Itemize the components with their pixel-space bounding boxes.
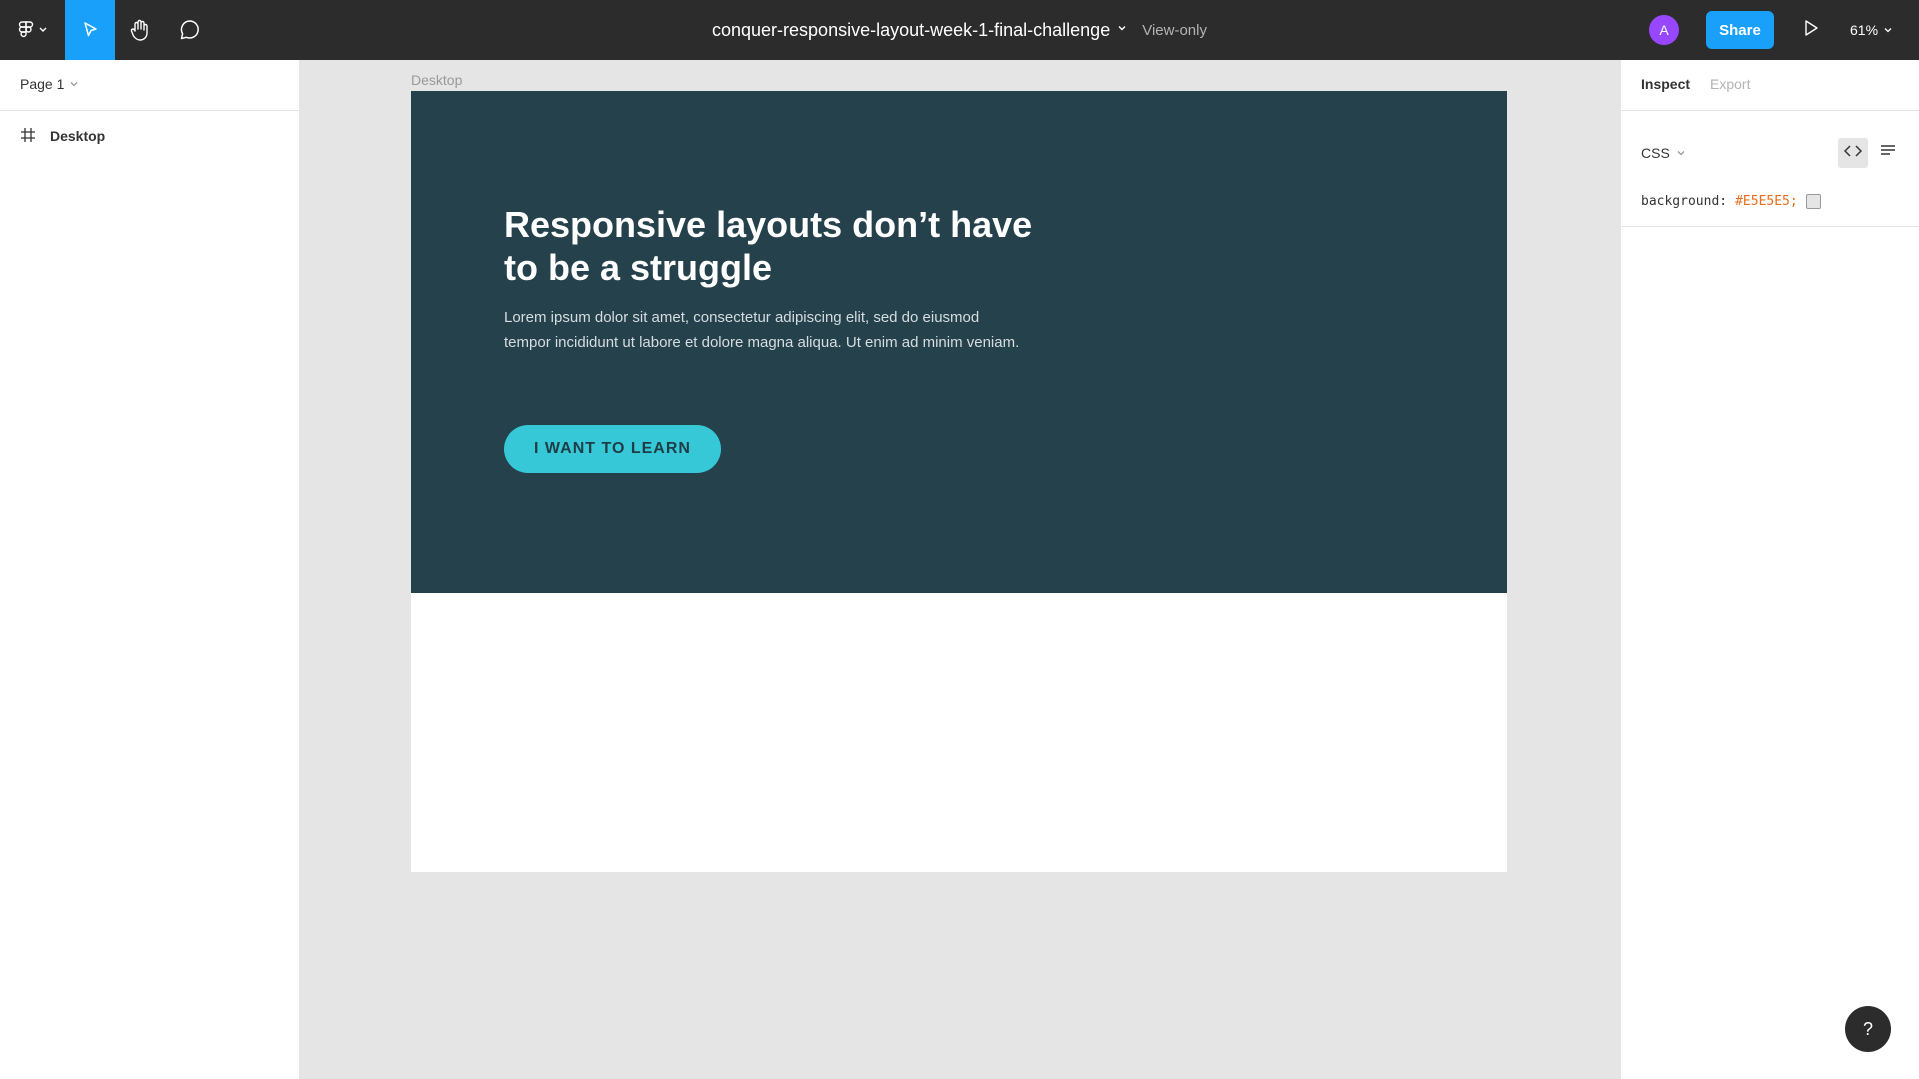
zoom-dropdown[interactable]: 61% bbox=[1850, 15, 1910, 45]
hero-section[interactable]: Responsive layouts don’t have to be a st… bbox=[411, 91, 1507, 593]
top-toolbar: conquer-responsive-layout-week-1-final-c… bbox=[0, 0, 1919, 60]
chevron-down-icon bbox=[1883, 22, 1893, 38]
inspect-panel: Inspect Export CSS background: #E5E5E5; … bbox=[1620, 60, 1919, 1079]
css-property: background: bbox=[1641, 194, 1728, 209]
tab-inspect[interactable]: Inspect bbox=[1641, 76, 1690, 92]
panel-tabs: Inspect Export bbox=[1641, 76, 1750, 92]
move-tool-icon bbox=[80, 20, 100, 40]
play-icon bbox=[1803, 19, 1819, 42]
frame-label[interactable]: Desktop bbox=[411, 72, 462, 88]
page-selector[interactable]: Page 1 bbox=[20, 76, 79, 92]
main-menu-button[interactable] bbox=[0, 0, 65, 60]
css-property-line: background: #E5E5E5; bbox=[1641, 194, 1821, 209]
zoom-level: 61% bbox=[1850, 22, 1879, 38]
view-mode-label: View-only bbox=[1142, 21, 1207, 39]
comment-tool-icon bbox=[178, 18, 202, 42]
layers-panel: Page 1 Desktop bbox=[0, 60, 300, 1079]
move-tool-button[interactable] bbox=[65, 0, 115, 60]
chevron-down-icon bbox=[1676, 145, 1686, 161]
code-icon bbox=[1843, 144, 1863, 163]
hand-tool-icon bbox=[128, 18, 152, 42]
comment-tool-button[interactable] bbox=[165, 0, 215, 60]
color-swatch bbox=[1805, 194, 1821, 209]
file-title: conquer-responsive-layout-week-1-final-c… bbox=[600, 0, 1319, 60]
layer-item-desktop[interactable]: Desktop bbox=[20, 120, 280, 152]
avatar[interactable]: A bbox=[1649, 15, 1679, 45]
chevron-down-icon bbox=[69, 76, 79, 92]
list-view-button[interactable] bbox=[1873, 138, 1903, 168]
layer-label: Desktop bbox=[50, 128, 106, 144]
hero-body-text: Lorem ipsum dolor sit amet, consectetur … bbox=[504, 309, 1020, 351]
chevron-down-icon[interactable] bbox=[1116, 21, 1128, 39]
hero-title: Responsive layouts don’t have to be a st… bbox=[504, 204, 1033, 288]
figma-menu-icon bbox=[16, 21, 50, 39]
panel-divider bbox=[1621, 226, 1919, 227]
css-value[interactable]: #E5E5E5; bbox=[1735, 194, 1798, 209]
canvas[interactable]: Desktop Responsive layouts don’t have to… bbox=[300, 60, 1620, 1079]
present-button[interactable] bbox=[1796, 15, 1826, 45]
page-name: Page 1 bbox=[20, 76, 65, 92]
panel-divider bbox=[0, 110, 300, 111]
tab-export[interactable]: Export bbox=[1710, 76, 1750, 92]
code-language-label: CSS bbox=[1641, 145, 1670, 161]
list-icon bbox=[1880, 144, 1896, 163]
share-button[interactable]: Share bbox=[1706, 11, 1774, 49]
help-button[interactable]: ? bbox=[1845, 1006, 1891, 1052]
desktop-frame[interactable]: Responsive layouts don’t have to be a st… bbox=[411, 91, 1507, 872]
hand-tool-button[interactable] bbox=[115, 0, 165, 60]
panel-divider bbox=[1621, 110, 1919, 111]
code-view-button[interactable] bbox=[1838, 138, 1868, 168]
learn-button[interactable]: I WANT TO LEARN bbox=[504, 425, 721, 473]
file-name[interactable]: conquer-responsive-layout-week-1-final-c… bbox=[712, 20, 1110, 41]
code-language-dropdown[interactable]: CSS bbox=[1641, 145, 1686, 161]
frame-icon bbox=[20, 127, 36, 146]
